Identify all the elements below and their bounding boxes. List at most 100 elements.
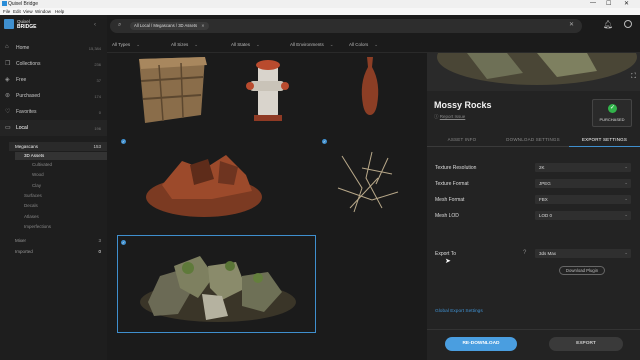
- tree-item-imperfections[interactable]: Imperfections: [24, 224, 51, 229]
- asset-title: Mossy Rocks: [434, 100, 492, 110]
- tree-item-mixer[interactable]: Mixer 3: [9, 237, 107, 246]
- notifications-bell-icon[interactable]: 🔔︎: [603, 20, 613, 29]
- tree-item-cultivated[interactable]: Cultivated: [32, 162, 52, 167]
- sidebar: Quixel BRIDGE ‹ ⌂ Home 15,384 ❒ Collecti…: [0, 15, 107, 360]
- tree-item-clay[interactable]: Clay: [32, 183, 41, 188]
- asset-details-panel: ⛶ Mossy Rocks ⓘ Report Issue ✓ PURCHASED…: [427, 53, 640, 360]
- bridge-logo-icon: [4, 19, 14, 29]
- panel-divider: [427, 329, 640, 330]
- asset-thumb-mossy-rocks[interactable]: [117, 235, 316, 333]
- filter-bar: All Types ⌄ All Sizes ⌄ All States ⌄ All En…: [107, 38, 640, 53]
- filter-types[interactable]: All Types ⌄: [112, 42, 140, 48]
- filter-sizes[interactable]: All Sizes ⌄: [171, 42, 198, 48]
- sidebar-item-collections[interactable]: ❒ Collections 236: [0, 56, 107, 72]
- re-download-button[interactable]: RE-DOWNLOAD: [445, 337, 517, 351]
- sidebar-item-label: Purchased: [16, 93, 40, 99]
- tree-item-decals[interactable]: Decals: [24, 203, 38, 208]
- asset-thumb-crate[interactable]: [121, 55, 209, 125]
- mesh-format-select[interactable]: FBX ⌄: [535, 195, 631, 204]
- chevron-down-icon: ⌄: [194, 42, 199, 47]
- downloaded-check-icon: ✓: [322, 139, 327, 144]
- chevron-down-icon: ⌄: [624, 250, 628, 255]
- tab-download-settings[interactable]: DOWNLOAD SETTINGS: [497, 133, 569, 147]
- twigs-image: [337, 151, 399, 213]
- asset-preview-image: [437, 53, 637, 85]
- report-issue-link[interactable]: ⓘ Report Issue: [434, 114, 465, 120]
- global-export-settings-link[interactable]: Global Export Settings: [435, 309, 483, 314]
- filter-label: All Types: [112, 42, 131, 47]
- tree-item-imported[interactable]: Imported 0: [9, 248, 107, 257]
- purchased-badge: ✓ PURCHASED: [592, 99, 632, 127]
- maximize-button[interactable]: ☐: [606, 0, 611, 7]
- menu-bar: File Edit View Window Help: [0, 8, 640, 15]
- fullscreen-icon[interactable]: ⛶: [631, 73, 636, 81]
- filter-label: All Colors: [349, 42, 369, 47]
- chevron-down-icon: ⌄: [374, 42, 379, 47]
- help-icon[interactable]: ?: [523, 250, 526, 256]
- sidebar-item-count: 0: [98, 110, 101, 115]
- search-bar[interactable]: ⌕ All Local / Megascans / 3D Assets ✕ ✕: [110, 19, 582, 33]
- asset-thumb-vase[interactable]: [355, 55, 385, 119]
- sidebar-item-label: Home: [16, 45, 30, 51]
- tree-item-label: Megascans: [15, 144, 39, 149]
- asset-preview: ⛶: [427, 53, 640, 91]
- mesh-lod-label: Mesh LOD: [435, 213, 459, 219]
- tree-item-atlases[interactable]: Atlases: [24, 214, 39, 219]
- close-window-button[interactable]: ✕: [624, 0, 629, 7]
- tree-item-megascans[interactable]: Megascans 153: [9, 142, 107, 151]
- texture-resolution-select[interactable]: 2K ⌄: [535, 163, 631, 172]
- texture-format-select[interactable]: JPEG ⌄: [535, 179, 631, 188]
- window-title: Quixel Bridge: [8, 1, 39, 7]
- asset-thumb-hydrant[interactable]: [242, 55, 292, 127]
- export-button[interactable]: EXPORT: [549, 337, 623, 351]
- filter-label: All States: [231, 42, 251, 47]
- menu-help[interactable]: Help: [55, 9, 64, 14]
- minimize-button[interactable]: —: [590, 0, 596, 6]
- mossy-rocks-image: [140, 256, 296, 322]
- sidebar-item-favorites[interactable]: ♡ Favorites 0: [0, 104, 107, 120]
- clay-vase-image: [361, 57, 379, 115]
- clear-search-icon[interactable]: ✕: [569, 21, 574, 28]
- app-icon: [2, 1, 7, 6]
- texture-format-label: Texture Format: [435, 181, 469, 187]
- menu-file[interactable]: File: [3, 9, 10, 14]
- tree-item-wood[interactable]: Wood: [32, 172, 44, 177]
- chevron-down-icon: ⌄: [256, 42, 260, 47]
- sidebar-item-count: 15,384: [88, 46, 101, 51]
- mesh-lod-select[interactable]: LOD 0 ⌄: [535, 211, 631, 220]
- brand-bottom: BRIDGE: [17, 24, 37, 30]
- sidebar-item-label: Local: [16, 125, 28, 131]
- chip-label: All Local / Megascans / 3D Assets: [134, 23, 198, 28]
- export-to-select[interactable]: 3ds Max ⌄: [535, 249, 631, 258]
- tree-item-surfaces[interactable]: Surfaces: [24, 193, 42, 198]
- tree-item-3d-assets[interactable]: 3D Assets: [15, 152, 107, 160]
- sidebar-item-free[interactable]: ◈ Free 37: [0, 72, 107, 88]
- sidebar-item-purchased[interactable]: ⊛ Purchased 174: [0, 88, 107, 104]
- sidebar-item-home[interactable]: ⌂ Home 15,384: [0, 40, 107, 56]
- tree-item-label: Mixer: [15, 238, 26, 243]
- search-icon: ⌕: [118, 22, 122, 28]
- menu-view[interactable]: View: [23, 9, 33, 14]
- sidebar-item-count: 174: [94, 94, 101, 99]
- title-bar: Quixel Bridge — ☐ ✕: [0, 0, 640, 8]
- filter-states[interactable]: All States ⌄: [231, 42, 260, 48]
- sidebar-item-local[interactable]: ▭ Local 196: [0, 120, 107, 136]
- select-value: JPEG: [539, 181, 551, 186]
- menu-window[interactable]: Window: [35, 9, 51, 14]
- tab-export-settings[interactable]: EXPORT SETTINGS: [569, 133, 640, 147]
- user-avatar-icon[interactable]: [624, 20, 632, 28]
- panel-tabs: ASSET INFO DOWNLOAD SETTINGS EXPORT SETT…: [427, 133, 640, 147]
- asset-thumb-twigs[interactable]: [332, 148, 402, 220]
- tree-item-count: 0: [98, 249, 101, 254]
- filter-environments[interactable]: All Environments ⌄: [290, 42, 334, 48]
- chip-close-icon[interactable]: ✕: [201, 23, 205, 28]
- filter-colors[interactable]: All Colors ⌄: [349, 42, 378, 48]
- tab-asset-info[interactable]: ASSET INFO: [427, 133, 497, 147]
- free-tag-icon: ◈: [5, 77, 10, 83]
- search-filter-chip[interactable]: All Local / Megascans / 3D Assets ✕: [130, 22, 209, 30]
- download-plugin-button[interactable]: Download Plugin: [559, 266, 605, 275]
- collapse-sidebar-icon[interactable]: ‹: [94, 22, 96, 28]
- asset-thumb-rubble[interactable]: [142, 141, 262, 221]
- texture-resolution-label: Texture Resolution: [435, 165, 477, 171]
- menu-edit[interactable]: Edit: [13, 9, 21, 14]
